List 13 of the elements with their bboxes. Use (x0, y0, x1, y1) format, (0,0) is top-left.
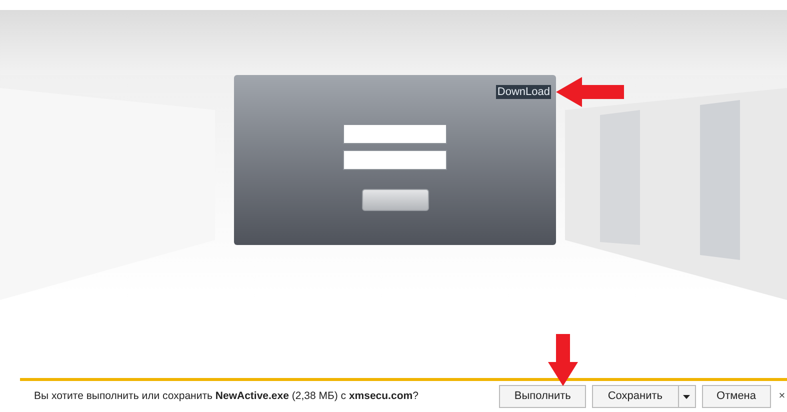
action-button[interactable]: Выполнить (499, 385, 586, 408)
dropdown-button[interactable] (678, 385, 696, 408)
download-link[interactable]: DownLoad (496, 85, 551, 99)
arrow-icon (556, 77, 624, 107)
username-field[interactable] (343, 124, 447, 144)
action-button[interactable]: Отмена (702, 385, 771, 408)
login-button[interactable] (362, 189, 428, 211)
save-button[interactable]: Сохранить (592, 385, 679, 408)
close-button[interactable]: × (777, 391, 787, 402)
password-field[interactable] (343, 150, 447, 170)
caret-icon (683, 394, 690, 398)
arrow-icon (548, 334, 578, 386)
download-message: Вы хотите выполнить или сохранить NewActive.exe (2,38 МБ) с xmsecu.com? (34, 388, 418, 404)
